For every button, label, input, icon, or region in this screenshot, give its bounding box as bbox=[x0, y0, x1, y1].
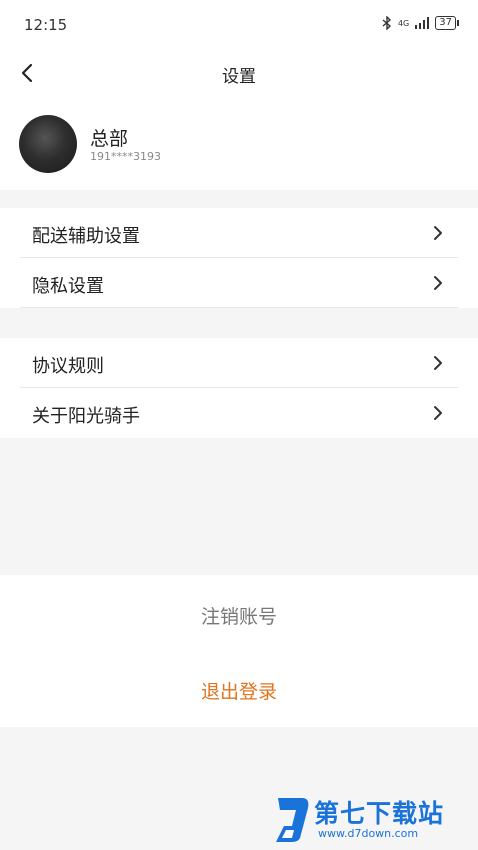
privacy-settings-item[interactable]: 隐私设置 bbox=[0, 258, 478, 308]
logout-button[interactable]: 退出登录 bbox=[0, 677, 478, 704]
account-actions: 注销账号 退出登录 bbox=[0, 575, 478, 727]
battery-icon: 37 bbox=[435, 16, 459, 30]
cancel-account-button[interactable]: 注销账号 bbox=[0, 602, 478, 629]
watermark-logo-icon bbox=[276, 798, 309, 842]
profile-name: 总部 bbox=[90, 128, 129, 150]
agreement-rules-label: 协议规则 bbox=[32, 356, 104, 377]
profile-card[interactable]: 总部 191****3193 bbox=[0, 98, 478, 190]
about-item[interactable]: 关于阳光骑手 bbox=[0, 388, 478, 438]
page-title: 设置 bbox=[222, 67, 256, 87]
settings-group-2: 协议规则 关于阳光骑手 bbox=[0, 338, 478, 438]
watermark-title: 第七下载站 bbox=[314, 799, 445, 828]
profile-phone: 191****3193 bbox=[90, 150, 161, 163]
chevron-right-icon bbox=[434, 276, 442, 290]
signal-icon bbox=[415, 17, 430, 29]
network-label: 4G bbox=[397, 18, 410, 28]
chevron-right-icon bbox=[434, 356, 442, 370]
status-icons: 4G 37 bbox=[382, 16, 459, 30]
watermark-url: www.d7down.com bbox=[318, 827, 419, 840]
status-bar: 12:15 4G 37 bbox=[0, 0, 478, 50]
divider bbox=[20, 307, 458, 308]
agreement-rules-item[interactable]: 协议规则 bbox=[0, 338, 478, 388]
chevron-right-icon bbox=[434, 406, 442, 420]
settings-group-1: 配送辅助设置 隐私设置 bbox=[0, 208, 478, 308]
delivery-assist-settings-item[interactable]: 配送辅助设置 bbox=[0, 208, 478, 258]
about-label: 关于阳光骑手 bbox=[32, 406, 140, 427]
avatar[interactable] bbox=[19, 115, 77, 173]
watermark: 第七下载站 www.d7down.com bbox=[272, 794, 472, 846]
privacy-settings-label: 隐私设置 bbox=[32, 276, 104, 297]
chevron-right-icon bbox=[434, 226, 442, 240]
bluetooth-icon bbox=[382, 16, 391, 30]
delivery-assist-settings-label: 配送辅助设置 bbox=[32, 226, 140, 247]
status-time: 12:15 bbox=[24, 16, 68, 34]
nav-bar: 设置 bbox=[0, 50, 478, 98]
